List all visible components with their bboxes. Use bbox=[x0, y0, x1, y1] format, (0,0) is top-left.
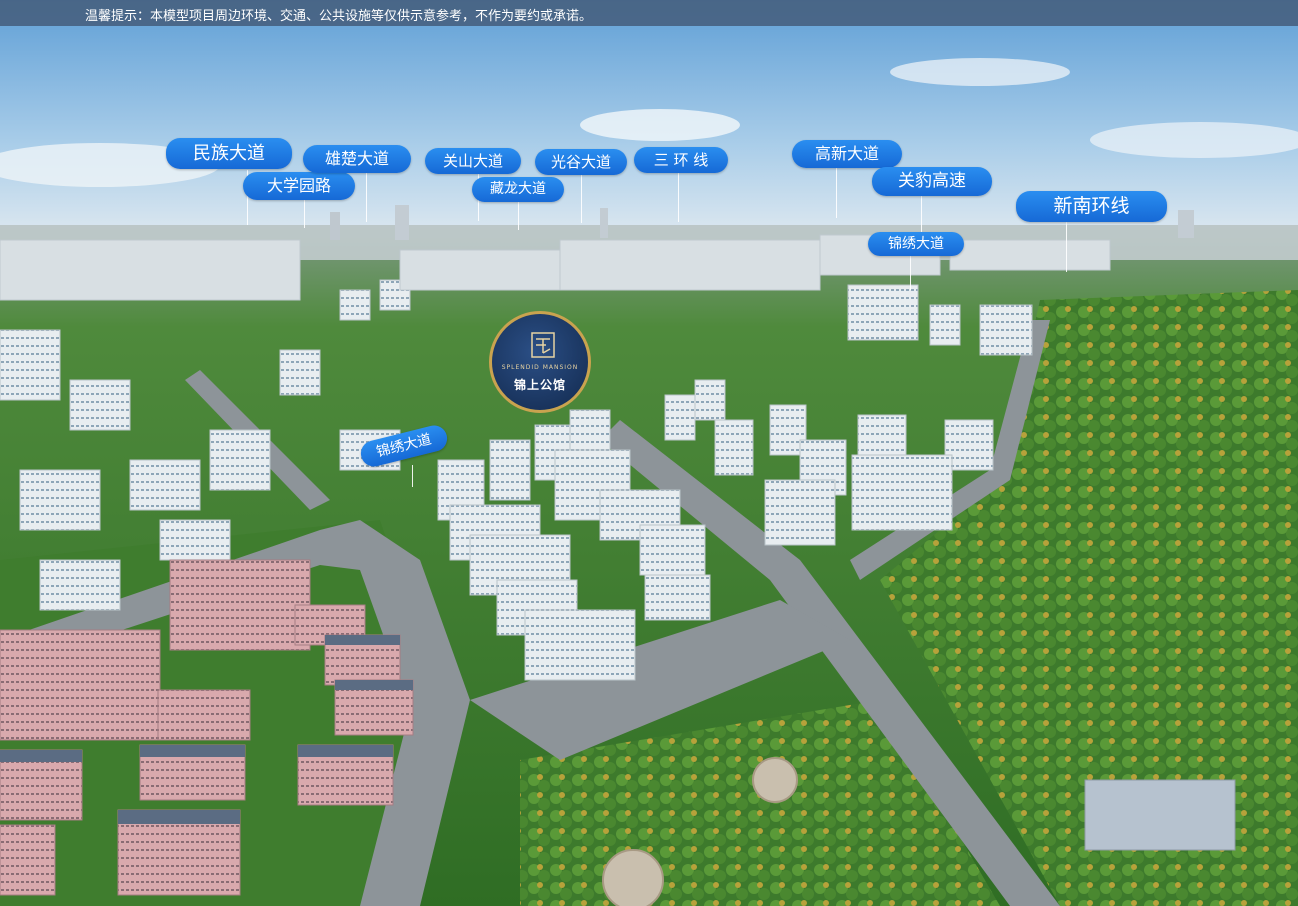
aerial-rendering bbox=[0, 0, 1298, 906]
pin-line bbox=[921, 195, 922, 235]
road-label-guanggu[interactable]: 光谷大道 bbox=[535, 149, 627, 175]
pin-line bbox=[910, 255, 911, 290]
disclaimer-text: 温馨提示：本模型项目周边环境、交通、公共设施等仅供示意参考，不作为要约或承诺。 bbox=[85, 9, 593, 24]
pin-line bbox=[304, 198, 305, 228]
pin-line bbox=[518, 200, 519, 230]
logo-english-name: SPLENDID MANSION bbox=[501, 364, 579, 371]
pin-line bbox=[412, 465, 413, 487]
road-label-daxue[interactable]: 大学园路 bbox=[243, 172, 355, 200]
pin-line bbox=[1066, 222, 1067, 272]
road-label-sanhuan[interactable]: 三 环 线 bbox=[634, 147, 728, 173]
logo-chinese-name: 锦上公馆 bbox=[513, 378, 566, 392]
pin-line bbox=[678, 172, 679, 222]
road-label-gaoxin[interactable]: 高新大道 bbox=[792, 140, 902, 168]
road-label-canglong[interactable]: 藏龙大道 bbox=[472, 177, 564, 202]
road-label-guanbao[interactable]: 关豹高速 bbox=[872, 167, 992, 196]
road-label-guanshan[interactable]: 关山大道 bbox=[425, 148, 521, 174]
road-label-jinxiu-right[interactable]: 锦绣大道 bbox=[868, 232, 964, 256]
pin-line bbox=[366, 172, 367, 222]
road-label-xiongchu[interactable]: 雄楚大道 bbox=[303, 145, 411, 173]
road-label-minzu[interactable]: 民族大道 bbox=[166, 138, 292, 169]
road-label-xinnan[interactable]: 新南环线 bbox=[1016, 191, 1167, 222]
disclaimer-bar: 温馨提示：本模型项目周边环境、交通、公共设施等仅供示意参考，不作为要约或承诺。 bbox=[0, 0, 1298, 26]
pin-line bbox=[836, 168, 837, 218]
logo-emblem-icon bbox=[531, 332, 555, 358]
pin-line bbox=[581, 173, 582, 223]
project-logo-badge[interactable]: SPLENDID MANSION 锦上公馆 bbox=[489, 311, 591, 413]
aerial-scene-illustration bbox=[0, 0, 1298, 906]
